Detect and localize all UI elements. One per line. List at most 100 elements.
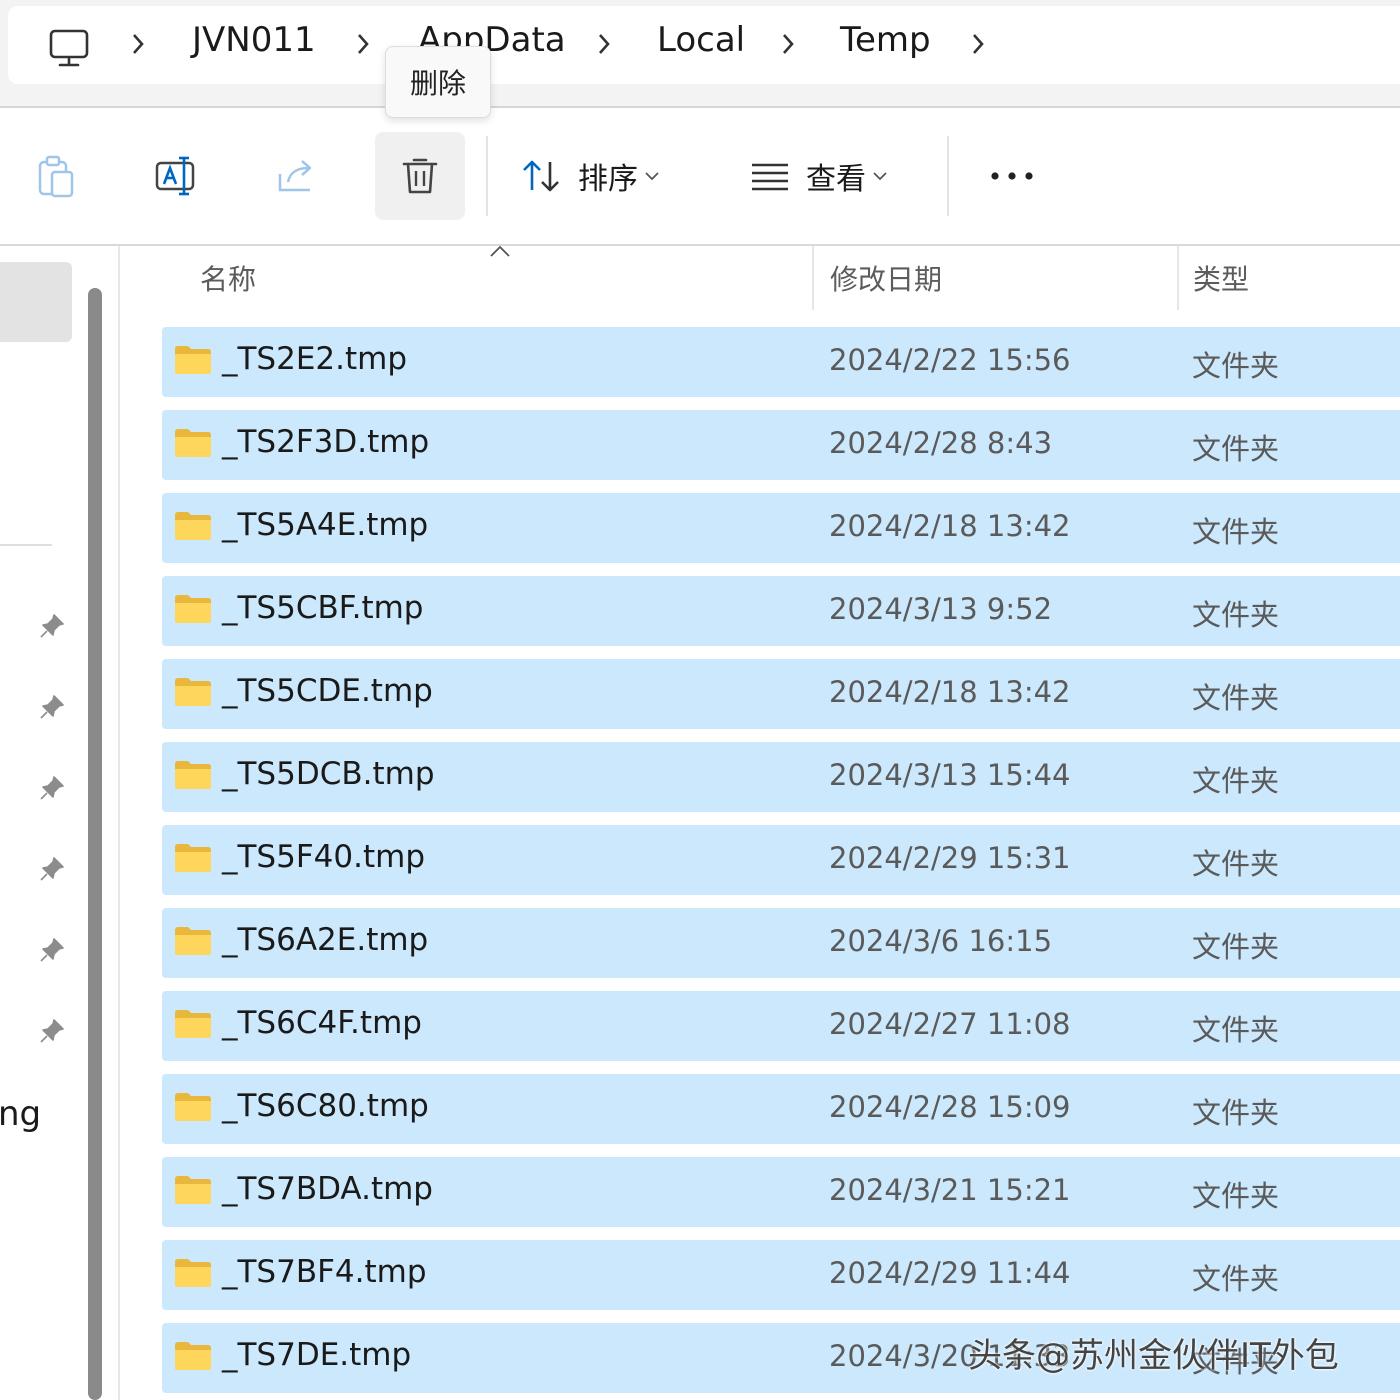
sort-icon: [523, 160, 559, 192]
pin-icon[interactable]: [38, 693, 66, 721]
file-name: _TS5CDE.tmp: [222, 673, 433, 709]
trash-icon: [402, 158, 438, 194]
chevron-down-icon: [873, 172, 887, 181]
file-modified-date: 2024/3/13 9:52: [829, 592, 1053, 626]
file-type: 文件夹: [1192, 681, 1280, 715]
folder-icon: [175, 1176, 211, 1204]
file-row[interactable]: _TS5DCB.tmp 2024/3/13 15:44 文件夹: [162, 742, 1400, 812]
file-type: 文件夹: [1192, 1096, 1280, 1130]
pin-icon[interactable]: [38, 1017, 66, 1045]
file-row[interactable]: _TS7BDA.tmp 2024/3/21 15:21 文件夹: [162, 1157, 1400, 1227]
watermark: 头条@苏州金伙伴IT外包: [968, 1336, 1339, 1376]
rename-icon: [155, 156, 195, 196]
file-row[interactable]: _TS2E2.tmp 2024/2/22 15:56 文件夹: [162, 327, 1400, 397]
more-icon: [991, 172, 1033, 180]
file-modified-date: 2024/2/18 13:42: [829, 509, 1071, 543]
file-modified-date: 2024/2/22 15:56: [829, 343, 1071, 377]
column-separator[interactable]: [812, 246, 814, 310]
file-name: _TS7DE.tmp: [222, 1337, 412, 1373]
column-header-name[interactable]: 名称: [200, 246, 256, 310]
file-modified-date: 2024/2/28 8:43: [829, 426, 1053, 460]
pin-icon[interactable]: [38, 936, 66, 964]
file-row[interactable]: _TS7BF4.tmp 2024/2/29 11:44 文件夹: [162, 1240, 1400, 1310]
file-name: _TS6C80.tmp: [222, 1088, 429, 1124]
pin-icon[interactable]: [38, 855, 66, 883]
column-header-type[interactable]: 类型: [1193, 246, 1249, 310]
sort-ascending-icon: [490, 245, 510, 257]
sort-button[interactable]: 排序: [520, 132, 690, 220]
chevron-right-icon[interactable]: [130, 32, 146, 56]
breadcrumb-item-user[interactable]: JVN011: [192, 20, 316, 60]
view-button[interactable]: 查看: [748, 132, 918, 220]
column-header-date[interactable]: 修改日期: [830, 246, 942, 310]
file-modified-date: 2024/2/27 11:08: [829, 1007, 1071, 1041]
rename-button[interactable]: [144, 132, 208, 220]
file-name: _TS6A2E.tmp: [222, 922, 429, 958]
sort-label: 排序: [578, 162, 638, 197]
toolbar-divider: [947, 136, 949, 216]
file-name: _TS5F40.tmp: [222, 839, 425, 875]
file-type: 文件夹: [1192, 930, 1280, 964]
folder-icon: [175, 1093, 211, 1121]
file-row[interactable]: _TS2F3D.tmp 2024/2/28 8:43 文件夹: [162, 410, 1400, 480]
file-type: 文件夹: [1192, 1013, 1280, 1047]
file-modified-date: 2024/3/21 15:21: [829, 1173, 1071, 1207]
folder-icon: [175, 512, 211, 540]
file-type: 文件夹: [1192, 598, 1280, 632]
nav-item-label-fragment[interactable]: ng: [0, 1094, 41, 1134]
file-modified-date: 2024/2/28 15:09: [829, 1090, 1071, 1124]
paste-button[interactable]: [24, 132, 88, 220]
file-name: _TS7BDA.tmp: [222, 1171, 433, 1207]
folder-icon: [175, 1010, 211, 1038]
file-modified-date: 2024/3/6 16:15: [829, 924, 1053, 958]
pin-icon[interactable]: [38, 612, 66, 640]
nav-scrollbar[interactable]: [88, 288, 102, 1400]
delete-tooltip: 删除: [385, 46, 491, 118]
file-row[interactable]: _TS6C80.tmp 2024/2/28 15:09 文件夹: [162, 1074, 1400, 1144]
chevron-right-icon[interactable]: [596, 32, 612, 56]
file-modified-date: 2024/2/29 11:44: [829, 1256, 1071, 1290]
file-type: 文件夹: [1192, 515, 1280, 549]
nav-divider: [0, 544, 52, 546]
paste-icon: [38, 155, 74, 198]
chevron-down-icon: [645, 172, 659, 181]
file-type: 文件夹: [1192, 349, 1280, 383]
chevron-right-icon[interactable]: [355, 32, 371, 56]
file-name: _TS2F3D.tmp: [222, 424, 430, 460]
file-row[interactable]: _TS6A2E.tmp 2024/3/6 16:15 文件夹: [162, 908, 1400, 978]
file-row[interactable]: _TS6C4F.tmp 2024/2/27 11:08 文件夹: [162, 991, 1400, 1061]
view-label: 查看: [806, 162, 866, 197]
column-separator[interactable]: [1177, 246, 1179, 310]
file-type: 文件夹: [1192, 764, 1280, 798]
pin-icon[interactable]: [38, 774, 66, 802]
navigation-pane: ng: [0, 246, 80, 1400]
folder-icon: [175, 678, 211, 706]
file-name: _TS2E2.tmp: [222, 341, 408, 377]
folder-icon: [175, 595, 211, 623]
breadcrumb-item-temp[interactable]: Temp: [840, 20, 931, 60]
file-row[interactable]: _TS5CDE.tmp 2024/2/18 13:42 文件夹: [162, 659, 1400, 729]
chevron-right-icon[interactable]: [970, 32, 986, 56]
file-type: 文件夹: [1192, 1179, 1280, 1213]
file-modified-date: 2024/2/18 13:42: [829, 675, 1071, 709]
this-pc-icon[interactable]: [48, 28, 90, 70]
file-row[interactable]: _TS5A4E.tmp 2024/2/18 13:42 文件夹: [162, 493, 1400, 563]
folder-icon: [175, 346, 211, 374]
folder-icon: [175, 761, 211, 789]
file-modified-date: 2024/3/13 15:44: [829, 758, 1071, 792]
file-row[interactable]: _TS5F40.tmp 2024/2/29 15:31 文件夹: [162, 825, 1400, 895]
folder-icon: [175, 844, 211, 872]
file-row[interactable]: _TS5CBF.tmp 2024/3/13 9:52 文件夹: [162, 576, 1400, 646]
file-type: 文件夹: [1192, 1262, 1280, 1296]
more-options-button[interactable]: [976, 132, 1048, 220]
breadcrumb-item-local[interactable]: Local: [657, 20, 745, 60]
folder-icon: [175, 1259, 211, 1287]
folder-icon: [175, 927, 211, 955]
file-type: 文件夹: [1192, 847, 1280, 881]
share-button[interactable]: [266, 132, 330, 220]
file-modified-date: 2024/2/29 15:31: [829, 841, 1071, 875]
chevron-right-icon[interactable]: [780, 32, 796, 56]
file-name: _TS6C4F.tmp: [222, 1005, 422, 1041]
delete-button[interactable]: [375, 132, 465, 220]
nav-item-selected[interactable]: [0, 262, 72, 342]
